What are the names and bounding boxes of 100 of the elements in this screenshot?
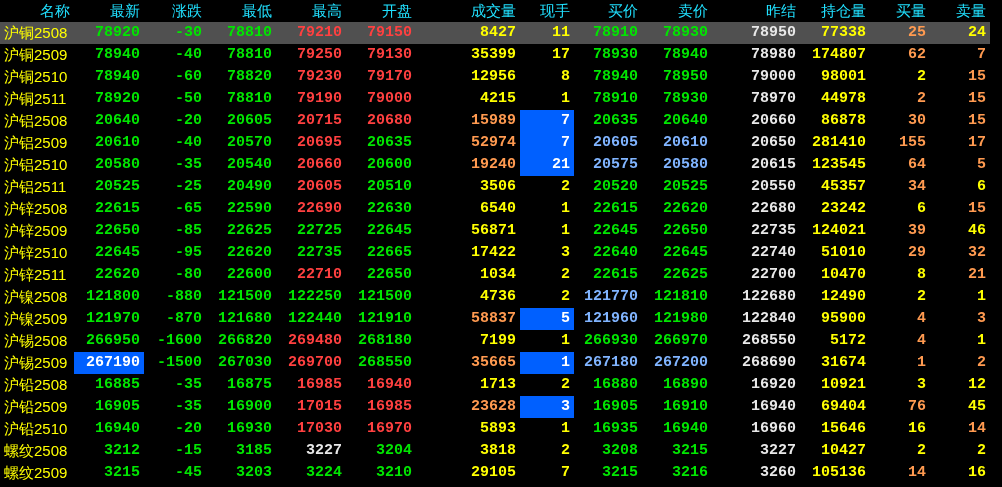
cell-value: 16900 bbox=[227, 398, 272, 415]
column-header[interactable]: 最新 bbox=[74, 0, 144, 22]
cell-value: 20635 bbox=[367, 134, 412, 151]
cell-value: 22620 bbox=[95, 266, 140, 283]
cell-value: 78950 bbox=[663, 68, 708, 85]
cell-value: 16940 bbox=[663, 420, 708, 437]
column-header[interactable]: 最高 bbox=[276, 0, 346, 22]
contract-name[interactable]: 沪铜2510 bbox=[0, 66, 74, 88]
column-header[interactable]: 买价 bbox=[574, 0, 642, 22]
column-header[interactable]: 持仓量 bbox=[800, 0, 870, 22]
cell-value: 78910 bbox=[593, 90, 638, 107]
cell-value: 266950 bbox=[86, 332, 140, 349]
cell-value: 3818 bbox=[480, 442, 516, 459]
cell-value: -85 bbox=[175, 222, 202, 239]
column-header[interactable]: 涨跌 bbox=[144, 0, 206, 22]
cell-value: 78920 bbox=[95, 90, 140, 107]
contract-name[interactable]: 沪铜2511 bbox=[0, 88, 74, 110]
cell-value: -25 bbox=[175, 178, 202, 195]
cell-value: 20575 bbox=[593, 156, 638, 173]
cell-value: 268180 bbox=[358, 332, 412, 349]
cell-value: 22700 bbox=[751, 266, 796, 283]
contract-name[interactable]: 沪铜2508 bbox=[0, 22, 74, 44]
cell-value: 22665 bbox=[367, 244, 412, 261]
contract-name[interactable]: 沪铅2509 bbox=[0, 396, 74, 418]
contract-name[interactable]: 沪镍2509 bbox=[0, 308, 74, 330]
contract-name[interactable]: 沪锌2511 bbox=[0, 264, 74, 286]
cell-value: 1 bbox=[561, 90, 570, 107]
contract-name[interactable]: 沪铅2510 bbox=[0, 418, 74, 440]
column-header[interactable]: 名称 bbox=[0, 0, 74, 22]
cell-value: 16935 bbox=[593, 420, 638, 437]
cell-value: 17030 bbox=[297, 420, 342, 437]
cell-value: 121680 bbox=[218, 310, 272, 327]
cell-value: 22625 bbox=[663, 266, 708, 283]
column-header[interactable]: 最低 bbox=[206, 0, 276, 22]
cell-value: 20540 bbox=[227, 156, 272, 173]
cell-value: 16930 bbox=[227, 420, 272, 437]
cell-value: 121770 bbox=[584, 288, 638, 305]
cell-value: 22645 bbox=[663, 244, 708, 261]
cell-value: 20660 bbox=[751, 112, 796, 129]
cell-value: 16910 bbox=[663, 398, 708, 415]
cell-value: 78930 bbox=[593, 46, 638, 63]
cell-value: 35399 bbox=[471, 46, 516, 63]
column-header[interactable]: 卖价 bbox=[642, 0, 712, 22]
contract-name[interactable]: 螺纹2509 bbox=[0, 462, 74, 484]
contract-name[interactable]: 沪锡2509 bbox=[0, 352, 74, 374]
column-header[interactable]: 卖量 bbox=[930, 0, 990, 22]
cell-value: 2 bbox=[561, 266, 570, 283]
cell-value: 3215 bbox=[602, 464, 638, 481]
cell-value: 17422 bbox=[471, 244, 516, 261]
cell-value: 20615 bbox=[751, 156, 796, 173]
cell-value: 3 bbox=[917, 376, 926, 393]
column-header[interactable]: 买量 bbox=[870, 0, 930, 22]
cell-value: 16960 bbox=[751, 420, 796, 437]
contract-name[interactable]: 沪铅2508 bbox=[0, 374, 74, 396]
cell-value: 22735 bbox=[297, 244, 342, 261]
cell-value: 79150 bbox=[367, 24, 412, 41]
contract-name[interactable]: 沪锌2510 bbox=[0, 242, 74, 264]
cell-value: 22650 bbox=[95, 222, 140, 239]
contract-name[interactable]: 沪铝2509 bbox=[0, 132, 74, 154]
cell-value: 266930 bbox=[584, 332, 638, 349]
cell-value: 6 bbox=[917, 200, 926, 217]
cell-value: -65 bbox=[175, 200, 202, 217]
cell-value: 20580 bbox=[95, 156, 140, 173]
cell-value: 78940 bbox=[663, 46, 708, 63]
column-header[interactable]: 成交量 bbox=[416, 0, 520, 22]
contract-name[interactable]: 沪镍2508 bbox=[0, 286, 74, 308]
cell-value: -35 bbox=[175, 398, 202, 415]
column-header[interactable]: 昨结 bbox=[712, 0, 800, 22]
cell-value: 16970 bbox=[367, 420, 412, 437]
cell-value: 77338 bbox=[821, 24, 866, 41]
cell-value: 124021 bbox=[812, 222, 866, 239]
contract-name[interactable]: 螺纹2508 bbox=[0, 440, 74, 462]
cell-value: 78930 bbox=[663, 24, 708, 41]
contract-name[interactable]: 沪锌2509 bbox=[0, 220, 74, 242]
cell-value: 20695 bbox=[297, 134, 342, 151]
cell-value: 20650 bbox=[751, 134, 796, 151]
column-header[interactable]: 现手 bbox=[520, 0, 574, 22]
contract-name[interactable]: 沪锡2508 bbox=[0, 330, 74, 352]
column-header[interactable]: 开盘 bbox=[346, 0, 416, 22]
cell-value: 7 bbox=[561, 112, 570, 129]
contract-name[interactable]: 沪锌2508 bbox=[0, 198, 74, 220]
cell-value: 78940 bbox=[95, 68, 140, 85]
contract-name[interactable]: 沪铝2510 bbox=[0, 154, 74, 176]
cell-value: 121500 bbox=[218, 288, 272, 305]
contract-name[interactable]: 沪铝2511 bbox=[0, 176, 74, 198]
contract-name[interactable]: 沪铝2508 bbox=[0, 110, 74, 132]
cell-value: 78810 bbox=[227, 90, 272, 107]
cell-value: 34 bbox=[908, 178, 926, 195]
cell-value: 23628 bbox=[471, 398, 516, 415]
cell-value: 22710 bbox=[297, 266, 342, 283]
cell-value: -35 bbox=[175, 156, 202, 173]
cell-value: 267200 bbox=[654, 354, 708, 371]
cell-value: 78810 bbox=[227, 46, 272, 63]
cell-value: -870 bbox=[166, 310, 202, 327]
cell-value: 78810 bbox=[227, 24, 272, 41]
cell-value: 11 bbox=[552, 24, 570, 41]
contract-name[interactable]: 沪铜2509 bbox=[0, 44, 74, 66]
cell-value: 1 bbox=[977, 288, 986, 305]
cell-value: 1 bbox=[917, 354, 926, 371]
cell-value: 58837 bbox=[471, 310, 516, 327]
